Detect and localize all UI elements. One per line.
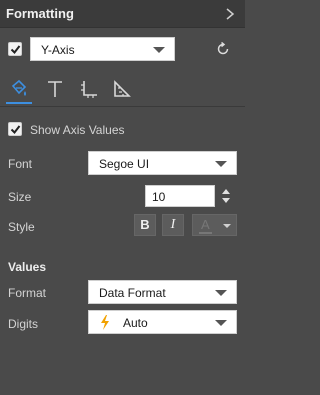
axis-select-value: Y-Axis [41, 43, 75, 57]
panel-title: Formatting [6, 6, 74, 21]
stepper-down-icon[interactable] [222, 198, 230, 203]
ruler-icon [114, 80, 131, 97]
style-label: Style [8, 220, 35, 234]
tab-text[interactable] [40, 74, 70, 104]
show-axis-values-checkbox[interactable] [8, 122, 22, 136]
size-input[interactable]: 10 [145, 185, 215, 207]
lightning-icon [101, 315, 109, 330]
tab-paint-format[interactable] [4, 74, 34, 104]
bold-button[interactable]: B [134, 214, 156, 236]
font-color-letter: A [201, 217, 210, 232]
panel-header: Formatting [0, 0, 245, 28]
size-label: Size [8, 190, 32, 204]
chevron-right-icon[interactable] [225, 8, 235, 20]
format-select-value: Data Format [99, 286, 166, 300]
axis-select[interactable]: Y-Axis [30, 37, 175, 61]
format-tabs [0, 74, 245, 104]
chevron-down-icon [215, 161, 227, 167]
font-color-button[interactable]: A [192, 214, 237, 236]
checkmark-icon [10, 45, 21, 55]
chevron-down-icon [215, 320, 227, 326]
text-icon [48, 81, 62, 97]
digits-label: Digits [8, 317, 39, 331]
format-select[interactable]: Data Format [88, 280, 237, 304]
font-color-swatch [199, 232, 212, 234]
values-section-title: Values [8, 260, 47, 274]
tab-axis[interactable] [74, 74, 104, 104]
chevron-down-icon [215, 290, 227, 296]
paint-format-icon [11, 79, 27, 96]
checkmark-icon [10, 125, 21, 135]
show-axis-values-label: Show Axis Values [30, 123, 125, 137]
format-label: Format [8, 286, 47, 300]
axis-icon [81, 81, 97, 98]
font-select[interactable]: Segoe UI [88, 151, 237, 175]
refresh-icon[interactable] [215, 41, 231, 57]
font-select-value: Segoe UI [99, 157, 150, 171]
divider [0, 106, 245, 107]
tab-ruler[interactable] [106, 74, 136, 104]
italic-button[interactable]: I [162, 214, 184, 236]
size-stepper[interactable] [220, 186, 232, 206]
chevron-down-icon [153, 47, 165, 53]
digits-select[interactable]: Auto [88, 310, 237, 334]
axis-enabled-checkbox[interactable] [8, 42, 22, 56]
size-input-value: 10 [152, 190, 166, 204]
font-label: Font [8, 157, 33, 171]
stepper-up-icon[interactable] [222, 189, 230, 194]
chevron-down-icon [223, 224, 231, 228]
digits-select-value: Auto [123, 316, 148, 330]
